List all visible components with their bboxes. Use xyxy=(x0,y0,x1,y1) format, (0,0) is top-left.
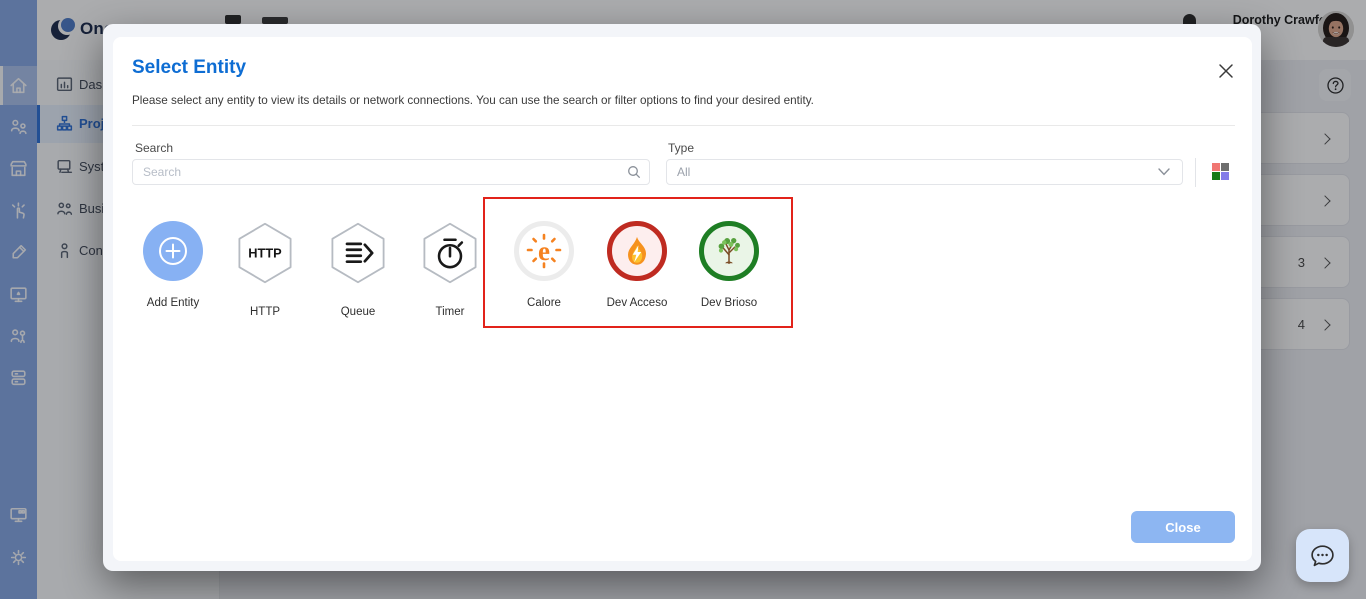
search-label: Search xyxy=(135,141,174,155)
grid-square-red xyxy=(1212,163,1220,171)
close-button[interactable]: Close xyxy=(1131,511,1235,543)
grid-square-gray xyxy=(1221,163,1229,171)
type-label: Type xyxy=(668,141,695,155)
queue-hexagon-icon xyxy=(331,222,385,284)
dialog-title: Select Entity xyxy=(132,57,247,78)
entity-timer[interactable]: Timer xyxy=(408,221,492,318)
entity-label: Queue xyxy=(340,306,376,318)
type-select[interactable]: All xyxy=(666,159,1183,185)
divider xyxy=(1195,158,1196,187)
timer-hexagon-icon xyxy=(423,222,477,284)
dialog-description: Please select any entity to view its det… xyxy=(132,94,814,107)
svg-text:e: e xyxy=(538,236,550,266)
search-icon xyxy=(628,166,640,178)
app-window: One Dorothy Crawford Dash Proje Syste Bu… xyxy=(0,0,1366,599)
entity-add[interactable]: Add Entity xyxy=(131,221,215,309)
entity-dev-brioso[interactable]: Dev Brioso xyxy=(687,221,771,309)
svg-text:HTTP: HTTP xyxy=(248,246,282,261)
entity-dev-acceso[interactable]: Dev Acceso xyxy=(595,221,679,309)
chat-widget-button[interactable] xyxy=(1296,529,1349,582)
entity-label: HTTP xyxy=(249,306,281,318)
calore-logo-icon: e xyxy=(514,221,574,281)
type-select-value: All xyxy=(677,165,691,179)
chevron-down-icon xyxy=(1158,168,1170,176)
entity-calore[interactable]: e Calore xyxy=(502,221,586,309)
grid-square-green xyxy=(1212,172,1220,180)
grid-view-icon[interactable] xyxy=(1212,163,1229,182)
select-entity-dialog: Select Entity Please select any entity t… xyxy=(103,24,1261,571)
http-hexagon-icon: HTTP xyxy=(238,222,292,284)
search-input[interactable] xyxy=(132,159,650,185)
entity-http[interactable]: HTTP HTTP xyxy=(223,221,307,318)
entity-label: Calore xyxy=(527,297,561,309)
entity-queue[interactable]: Queue xyxy=(316,221,400,318)
chat-bubble-icon xyxy=(1311,545,1334,567)
entity-label: Timer xyxy=(435,306,465,318)
search-field xyxy=(132,159,650,185)
grid-square-purple xyxy=(1221,172,1229,180)
entity-label: Add Entity xyxy=(146,297,200,309)
dev-brioso-tree-icon xyxy=(699,221,759,281)
dev-acceso-flame-icon xyxy=(607,221,667,281)
entity-label: Dev Brioso xyxy=(700,297,758,309)
close-icon[interactable] xyxy=(1216,61,1236,81)
divider xyxy=(132,125,1235,126)
dialog-panel: Select Entity Please select any entity t… xyxy=(113,37,1252,561)
add-entity-icon xyxy=(143,221,203,281)
entity-label: Dev Acceso xyxy=(606,297,668,309)
